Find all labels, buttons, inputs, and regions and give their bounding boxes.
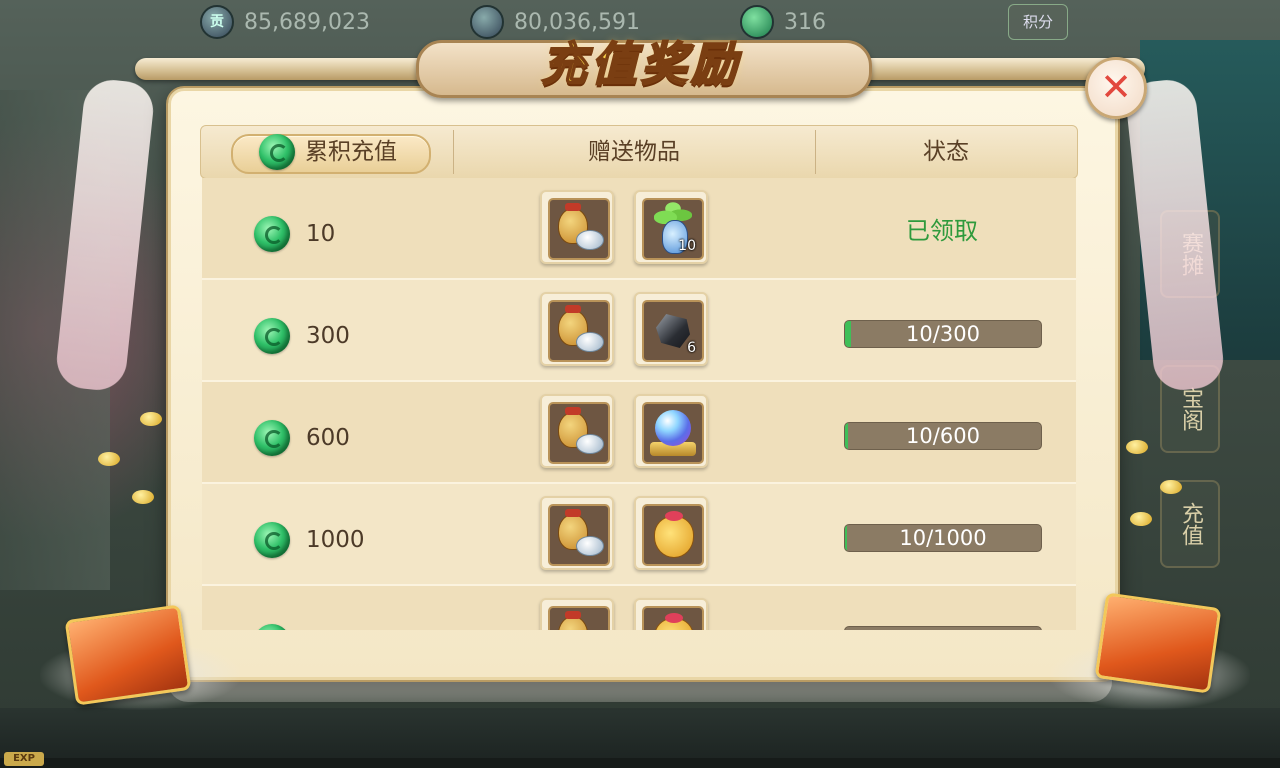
- gold-coin-icon: [1126, 440, 1148, 454]
- item-slot-coin-bag[interactable]: [540, 190, 614, 264]
- item-slot-lucky-pouch[interactable]: [634, 496, 708, 570]
- close-button[interactable]: ✕: [1085, 57, 1147, 119]
- header-gifts: 赠送物品: [588, 139, 680, 165]
- close-icon: ✕: [1100, 65, 1132, 109]
- jade-icon: [259, 134, 295, 170]
- header-status: 状态: [923, 139, 969, 165]
- item-count: 6: [687, 340, 696, 356]
- reward-list[interactable]: 10 10 已领取 300 6 10/300 600 10/600 1000 1…: [202, 178, 1076, 630]
- item-slot-crystal-orb[interactable]: [634, 394, 708, 468]
- dark-ore-icon: 6: [642, 300, 704, 362]
- jade-icon: [254, 420, 290, 456]
- jade-icon: [254, 216, 290, 252]
- jade-icon: [254, 624, 290, 630]
- reward-row: 600 10/600: [202, 382, 1076, 484]
- progress-bar: 10/600: [844, 422, 1042, 450]
- reward-amount: 1000: [306, 527, 365, 553]
- gold-coin-icon: [132, 490, 154, 504]
- treasure-chest-icon: [1094, 592, 1222, 694]
- coin-bag-silver-icon: [548, 300, 610, 362]
- item-slot-coin-bag[interactable]: [540, 394, 614, 468]
- treasure-chest-icon: [64, 604, 192, 706]
- gold-coin-icon: [1130, 512, 1152, 526]
- progress-text: 10/600: [906, 424, 980, 448]
- reward-amount: 10: [306, 221, 336, 247]
- lucky-pouch-icon: [642, 606, 704, 630]
- gold-coin-icon: [140, 412, 162, 426]
- item-slot-herb-vase[interactable]: 10: [634, 190, 708, 264]
- table-header: 累积充值 赠送物品 状态: [200, 125, 1078, 179]
- lucky-pouch-icon: [642, 504, 704, 566]
- progress-bar: 10/300: [844, 320, 1042, 348]
- dialog-title: 充值奖励: [540, 36, 741, 92]
- coin-bag-silver-icon: [548, 606, 610, 630]
- item-count: 10: [678, 238, 696, 254]
- reward-row: 300 6 10/300: [202, 280, 1076, 382]
- crystal-orb-icon: [642, 402, 704, 464]
- gong-value: 85,689,023: [244, 9, 370, 35]
- item-slot-coin-bag[interactable]: [540, 598, 614, 630]
- gong-currency-icon: 贡: [200, 5, 234, 39]
- score-button[interactable]: 积分: [1008, 4, 1068, 40]
- reward-row: 10 10 已领取: [202, 178, 1076, 280]
- herb-vase-icon: 10: [642, 198, 704, 260]
- gold-coin-icon: [98, 452, 120, 466]
- progress-bar: 10/1000: [844, 524, 1042, 552]
- reward-amount: 600: [306, 425, 350, 451]
- exp-label: EXP: [4, 752, 44, 766]
- reward-row: [202, 586, 1076, 630]
- exp-bar: EXP: [0, 752, 1280, 768]
- progress-text: 10/1000: [899, 526, 987, 550]
- progress-bar: [844, 626, 1042, 630]
- jade-icon: [254, 318, 290, 354]
- header-cumulative: 累积充值: [305, 139, 397, 165]
- item-slot-coin-bag[interactable]: [540, 496, 614, 570]
- coin-bag-silver-icon: [548, 402, 610, 464]
- status-claimed: 已领取: [906, 217, 978, 245]
- jade-icon: [254, 522, 290, 558]
- progress-text: 10/300: [906, 322, 980, 346]
- item-slot-lucky-pouch[interactable]: [634, 598, 708, 630]
- reward-row: 1000 10/1000: [202, 484, 1076, 586]
- reward-amount: 300: [306, 323, 350, 349]
- item-slot-coin-bag[interactable]: [540, 292, 614, 366]
- coin-bag-silver-icon: [548, 504, 610, 566]
- currency-gong: 贡 85,689,023: [200, 5, 370, 39]
- coin-bag-silver-icon: [548, 198, 610, 260]
- gold-coin-icon: [1160, 480, 1182, 494]
- item-slot-dark-ore[interactable]: 6: [634, 292, 708, 366]
